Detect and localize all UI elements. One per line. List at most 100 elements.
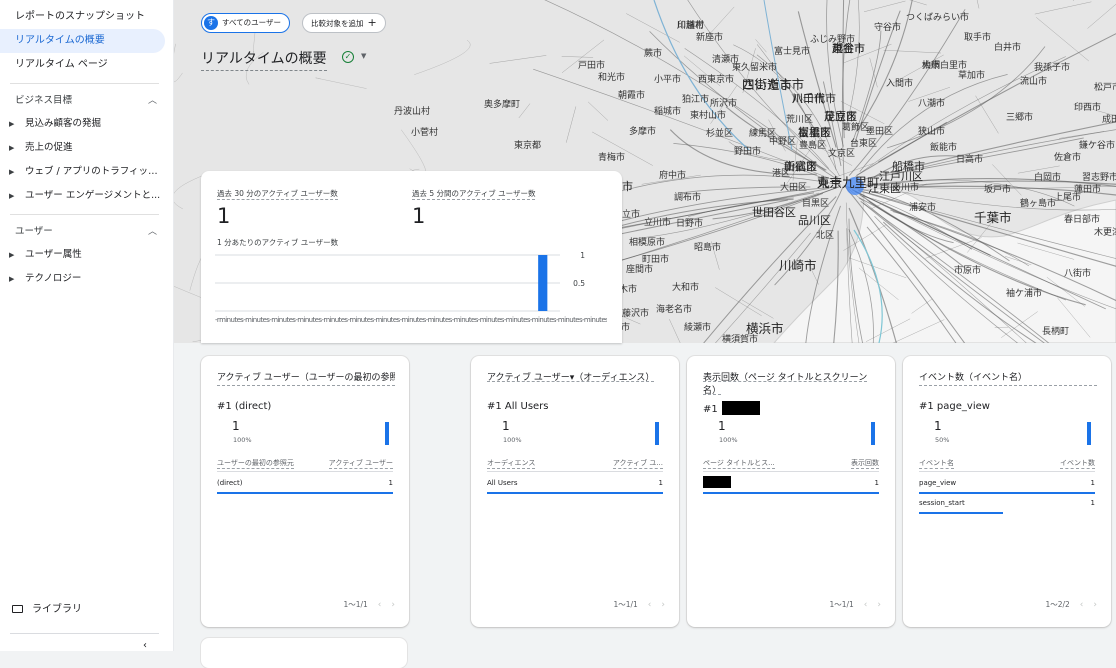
- chevron-down-icon[interactable]: ▼: [361, 52, 366, 60]
- map-place-label: 袖ケ浦市: [1006, 286, 1042, 299]
- column-header-dimension[interactable]: オーディエンス: [487, 458, 535, 469]
- card-partial: [201, 638, 407, 668]
- report-card: アクティブ ユーザー（ユーザーの最初の参照元▾）#1 (direct)1100%…: [201, 356, 409, 627]
- column-header-dimension[interactable]: イベント名: [919, 458, 954, 469]
- row-bar: [919, 512, 1003, 514]
- sidebar: レポートのスナップショット リアルタイムの概要 リアルタイム ページ ビジネス目…: [0, 0, 174, 651]
- map-place-label: 八潮市: [918, 96, 945, 109]
- sidebar-divider: [10, 214, 159, 215]
- column-header-dimension[interactable]: ページ タイトルとス...: [703, 458, 775, 469]
- chevron-left-icon[interactable]: ‹: [648, 600, 652, 610]
- column-header-dimension[interactable]: ユーザーの最初の参照元: [217, 458, 294, 469]
- map-place-label: 狛江市: [682, 92, 709, 105]
- table-row[interactable]: page_view 1: [919, 474, 1095, 494]
- map-road: [414, 40, 470, 74]
- chevron-left-icon[interactable]: ‹: [864, 600, 868, 610]
- card-top-percent: 100%: [233, 436, 252, 444]
- nav-technology[interactable]: ▶テクノロジー: [0, 267, 173, 291]
- chevron-right-icon[interactable]: ›: [661, 600, 665, 610]
- map-place-label: 台東区: [850, 136, 877, 149]
- chevron-right-icon[interactable]: ›: [1093, 600, 1097, 610]
- map-place-label: 相模原市: [629, 235, 665, 248]
- section-user-label: ユーザー: [15, 226, 53, 237]
- map-place-label: 中野区: [769, 134, 796, 147]
- folder-icon: [12, 605, 23, 613]
- map-place-label: 千葉市: [974, 207, 1012, 226]
- map-place-label: 稲城市: [654, 104, 681, 117]
- map-place-label: 守谷市: [874, 20, 901, 33]
- chevron-left-icon[interactable]: ‹: [1080, 600, 1084, 610]
- map-place-label: 浦安市: [909, 200, 936, 213]
- nav-demographics[interactable]: ▶ユーザー属性: [0, 243, 173, 267]
- chevron-right-icon[interactable]: ›: [877, 600, 881, 610]
- chevron-left-icon[interactable]: ‹: [378, 600, 382, 610]
- chevron-up-icon[interactable]: ︿: [148, 221, 157, 243]
- map-road: [1036, 17, 1089, 61]
- map-place-label: 富里市: [798, 124, 831, 140]
- nav-user-engagement[interactable]: ▶ユーザー エンゲージメントと...: [0, 184, 173, 208]
- chip-all-users[interactable]: すすべてのユーザー: [201, 13, 290, 33]
- card-top-value: 1: [718, 419, 726, 433]
- row-value: 1: [1091, 499, 1095, 507]
- check-circle-icon[interactable]: ✓: [342, 51, 354, 63]
- table-row[interactable]: All Users1: [487, 474, 663, 494]
- nav-drive-sales[interactable]: ▶売上の促進: [0, 136, 173, 160]
- pagination-label: 1〜2/2: [1045, 600, 1069, 609]
- map-place-label: 成田市: [1102, 112, 1116, 125]
- map-place-label: 入間市: [886, 76, 913, 89]
- nav-web-app-traffic[interactable]: ▶ウェブ / アプリのトラフィック...: [0, 160, 173, 184]
- map-place-label: 四街道市: [742, 74, 792, 93]
- row-value: 1: [1091, 479, 1095, 487]
- section-user[interactable]: ユーザー ︿: [0, 221, 173, 243]
- nav-library[interactable]: ライブラリ: [12, 600, 82, 620]
- column-header-metric[interactable]: 表示回数: [851, 458, 879, 469]
- map-road: [975, 0, 979, 8]
- card-title[interactable]: 表示回数（ページ タイトルとスクリーン名）: [703, 372, 873, 398]
- map-place-label: 鎌ケ谷市: [1079, 138, 1115, 151]
- map-place-label: 白井市: [994, 40, 1021, 53]
- nav-lead-generation[interactable]: ▶見込み顧客の発掘: [0, 112, 173, 136]
- map-place-label: 飯能市: [930, 140, 957, 153]
- map-place-label: 大田区: [780, 180, 807, 193]
- chart-bar[interactable]: [538, 255, 547, 311]
- row-label: page_view: [919, 479, 956, 487]
- chevron-up-icon[interactable]: ︿: [148, 90, 157, 112]
- map-place-label: 八街市: [1064, 266, 1091, 279]
- active-30min-label[interactable]: 過去 30 分のアクティブ ユーザー数: [217, 188, 338, 200]
- chevron-right-icon[interactable]: ›: [391, 600, 395, 610]
- section-business-goals-label: ビジネス目標: [15, 95, 72, 106]
- map-place-label: 昭島市: [694, 240, 721, 253]
- nav-web-app-traffic-label: ウェブ / アプリのトラフィック...: [25, 166, 167, 177]
- map-place-label: 蓮田市: [1074, 182, 1101, 195]
- table-row[interactable]: 1: [703, 474, 879, 494]
- card-title[interactable]: イベント数（イベント名）: [919, 372, 1097, 386]
- map-place-label: 富士見市: [774, 44, 810, 57]
- collapse-sidebar-icon[interactable]: ‹: [143, 640, 147, 651]
- column-header-metric[interactable]: アクティブ ユ...: [613, 458, 663, 469]
- nav-drive-sales-label: 売上の促進: [25, 142, 73, 153]
- per-minute-chart[interactable]: 10.5: [215, 251, 610, 316]
- map-place-label: 奥多摩町: [484, 97, 520, 110]
- add-comparison-button[interactable]: 比較対象を追加+: [302, 13, 386, 33]
- map-place-label: 坂戸市: [984, 182, 1011, 195]
- map-place-label: 東金市: [832, 40, 865, 56]
- column-header-metric[interactable]: アクティブ ユーザー: [329, 458, 393, 469]
- nav-realtime-pages[interactable]: リアルタイム ページ: [0, 53, 165, 77]
- map-place-label: 市川市: [892, 180, 919, 193]
- card-title[interactable]: アクティブ ユーザー▾（オーディエンス）: [487, 372, 657, 385]
- active-5min-label[interactable]: 過去 5 分間のアクティブ ユーザー数: [412, 188, 535, 200]
- map-place-label: 三郷市: [1006, 110, 1033, 123]
- map-place-label: 狭山市: [918, 124, 945, 137]
- sidebar-divider: [10, 83, 159, 84]
- nav-lead-generation-label: 見込み顧客の発掘: [25, 118, 101, 129]
- card-top-bar: [655, 422, 659, 445]
- nav-realtime-overview[interactable]: リアルタイムの概要: [0, 29, 165, 53]
- map-place-label: 印西市: [1074, 100, 1101, 113]
- nav-report-snapshot[interactable]: レポートのスナップショット: [0, 5, 165, 29]
- table-row[interactable]: (direct)1: [217, 474, 393, 494]
- table-row[interactable]: session_start1: [919, 494, 1095, 514]
- card-title[interactable]: アクティブ ユーザー（ユーザーの最初の参照元▾）: [217, 372, 395, 386]
- table-header: イベント名 イベント数: [919, 458, 1095, 472]
- section-business-goals[interactable]: ビジネス目標 ︿: [0, 90, 173, 112]
- column-header-metric[interactable]: イベント数: [1060, 458, 1095, 469]
